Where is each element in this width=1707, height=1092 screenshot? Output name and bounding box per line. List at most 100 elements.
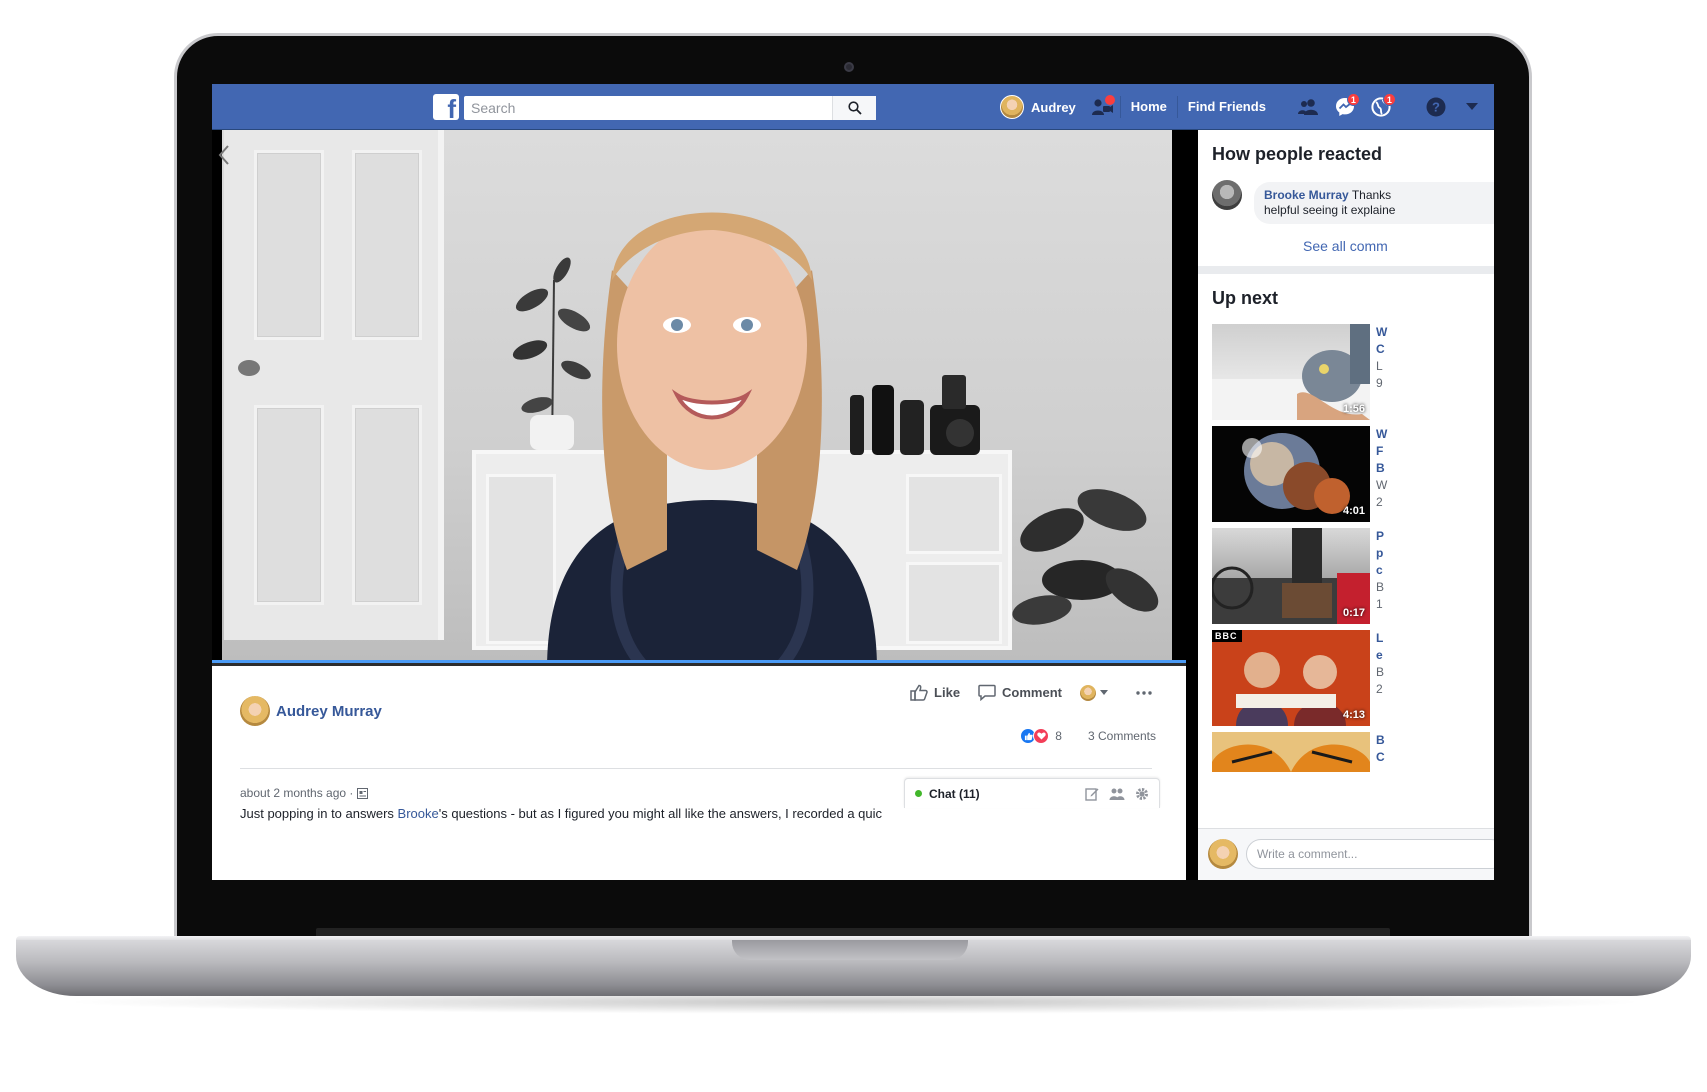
video-title-fragment[interactable]: B (1376, 460, 1387, 477)
search-bar (464, 96, 876, 120)
video-title-fragment[interactable]: F (1376, 443, 1387, 460)
commenter-name[interactable]: Brooke Murray (1264, 188, 1349, 202)
scroll-gutter (1186, 130, 1198, 880)
video-title-fragment[interactable]: e (1376, 647, 1384, 664)
butterfly-video-image (1212, 744, 1370, 772)
scene-door (224, 130, 444, 640)
comment-line-1: Thanks (1348, 188, 1392, 202)
channel-badge: BBC (1215, 631, 1238, 641)
post-as-selector[interactable] (1080, 684, 1114, 701)
video-title-fragment[interactable]: C (1376, 341, 1387, 358)
chat-bar[interactable]: Chat (11) (904, 778, 1160, 808)
nav-profile-link[interactable]: Audrey (992, 95, 1084, 119)
up-next-meta: B C (1376, 732, 1385, 766)
post-author[interactable]: Audrey Murray (240, 696, 382, 726)
search-input[interactable] (464, 96, 832, 120)
up-next-thumbnail[interactable]: BBC 4:13 (1212, 630, 1370, 726)
post-details: Audrey Murray Like Comment 8 3 Comments … (212, 666, 1186, 880)
up-next-thumbnail[interactable]: 4:01 (1212, 426, 1370, 522)
video-title-fragment[interactable]: W (1376, 324, 1387, 341)
avatar (1208, 839, 1238, 869)
door-panel (254, 405, 324, 605)
chevron-left-icon[interactable] (218, 144, 230, 166)
webcam-icon (844, 62, 854, 72)
nav-user-name: Audrey (1031, 99, 1076, 115)
screen: f Audrey Home Find Friends (212, 84, 1494, 880)
group-chat-icon[interactable] (1109, 787, 1125, 801)
online-status-dot (915, 790, 922, 797)
compose-icon[interactable] (1085, 787, 1099, 801)
like-button[interactable]: Like (910, 684, 960, 701)
nav-home-link[interactable]: Home (1119, 96, 1177, 118)
write-comment-input[interactable] (1246, 839, 1494, 869)
video-duration: 1:56 (1342, 403, 1365, 415)
see-all-comments-link[interactable]: See all comm (1303, 238, 1388, 254)
video-title-fragment[interactable]: P (1376, 528, 1384, 545)
chat-icons (1085, 787, 1149, 801)
video-player[interactable] (212, 130, 1186, 666)
timestamp-text: about 2 months ago · (240, 786, 354, 800)
avatar[interactable] (1212, 180, 1242, 210)
author-name[interactable]: Audrey Murray (276, 703, 382, 720)
video-title-fragment[interactable]: B (1376, 732, 1385, 749)
video-title-fragment[interactable]: W (1376, 426, 1387, 443)
caption-text-before: Just popping in to answers (240, 806, 398, 821)
video-title-fragment[interactable]: C (1376, 749, 1385, 766)
like-label: Like (934, 685, 961, 700)
laptop-mockup: f Audrey Home Find Friends (0, 0, 1707, 1092)
caret-down-icon (1465, 103, 1478, 110)
presenter-image (547, 212, 877, 660)
search-button[interactable] (832, 96, 876, 120)
friends-icon (1297, 99, 1318, 115)
up-next-meta: L e B 2 (1376, 630, 1384, 698)
video-frame (222, 130, 1172, 660)
account-menu-button[interactable] (1457, 92, 1487, 122)
facebook-logo[interactable]: f (433, 94, 459, 124)
video-meta-fragment: 2 (1376, 682, 1383, 696)
notifications-button[interactable]: 1 (1366, 92, 1396, 122)
up-next-meta: W C L 9 (1376, 324, 1387, 392)
comment-line-2: helpful seeing it explaine (1264, 203, 1396, 217)
video-title-fragment[interactable]: c (1376, 562, 1384, 579)
video-title-fragment[interactable]: L (1376, 630, 1384, 647)
up-next-thumbnail[interactable]: 0:17 (1212, 528, 1370, 624)
reactions-summary[interactable]: 8 3 Comments (1020, 728, 1156, 744)
love-reaction-icon (1033, 728, 1050, 744)
video-duration: 0:17 (1342, 607, 1365, 619)
friend-requests-button[interactable] (1294, 92, 1324, 122)
video-progress-fill (212, 660, 1186, 663)
search-icon (847, 101, 862, 115)
comments-count-link[interactable]: 3 Comments (1088, 729, 1156, 743)
up-next-meta: W F B W 2 (1376, 426, 1387, 511)
door-panel (352, 405, 422, 605)
gear-icon[interactable] (1135, 787, 1149, 801)
messages-button[interactable]: 1 (1330, 92, 1360, 122)
help-button[interactable]: ? (1421, 92, 1451, 122)
reactions-card-title: How people reacted (1212, 144, 1383, 164)
up-next-thumbnail[interactable]: 1:56 (1212, 324, 1370, 420)
thumbs-up-icon (910, 684, 928, 701)
video-meta-fragment: 2 (1376, 495, 1383, 509)
more-options-button[interactable] (1136, 690, 1158, 695)
comment-button[interactable]: Comment (978, 684, 1062, 701)
caret-down-icon (1100, 690, 1108, 695)
avatar (240, 696, 270, 726)
video-meta-fragment: 9 (1376, 376, 1383, 390)
notification-dot (1104, 95, 1115, 105)
chat-label: Chat (11) (929, 786, 980, 801)
caption-text-after: 's questions - but as I figured you migh… (438, 806, 883, 821)
create-room-button[interactable] (1087, 92, 1117, 122)
post-timestamp[interactable]: about 2 months ago · (240, 786, 369, 800)
nav-right: Audrey Home Find Friends 1 1 ? (992, 84, 1490, 130)
nav-find-friends-link[interactable]: Find Friends (1176, 96, 1276, 118)
laptop-notch (732, 940, 968, 960)
caption-mention-link[interactable]: Brooke (398, 806, 439, 821)
post-actions: Like Comment (892, 684, 1158, 701)
top-comment: Brooke Murray Thanks helpful seeing it e… (1254, 182, 1494, 224)
video-title-fragment[interactable]: p (1376, 545, 1384, 562)
video-meta-fragment: B (1376, 665, 1385, 679)
facebook-logo-letter: f (447, 94, 456, 124)
up-next-thumbnail[interactable] (1212, 732, 1370, 772)
write-comment-bar (1198, 828, 1494, 880)
plant-right-image (1012, 489, 1159, 625)
